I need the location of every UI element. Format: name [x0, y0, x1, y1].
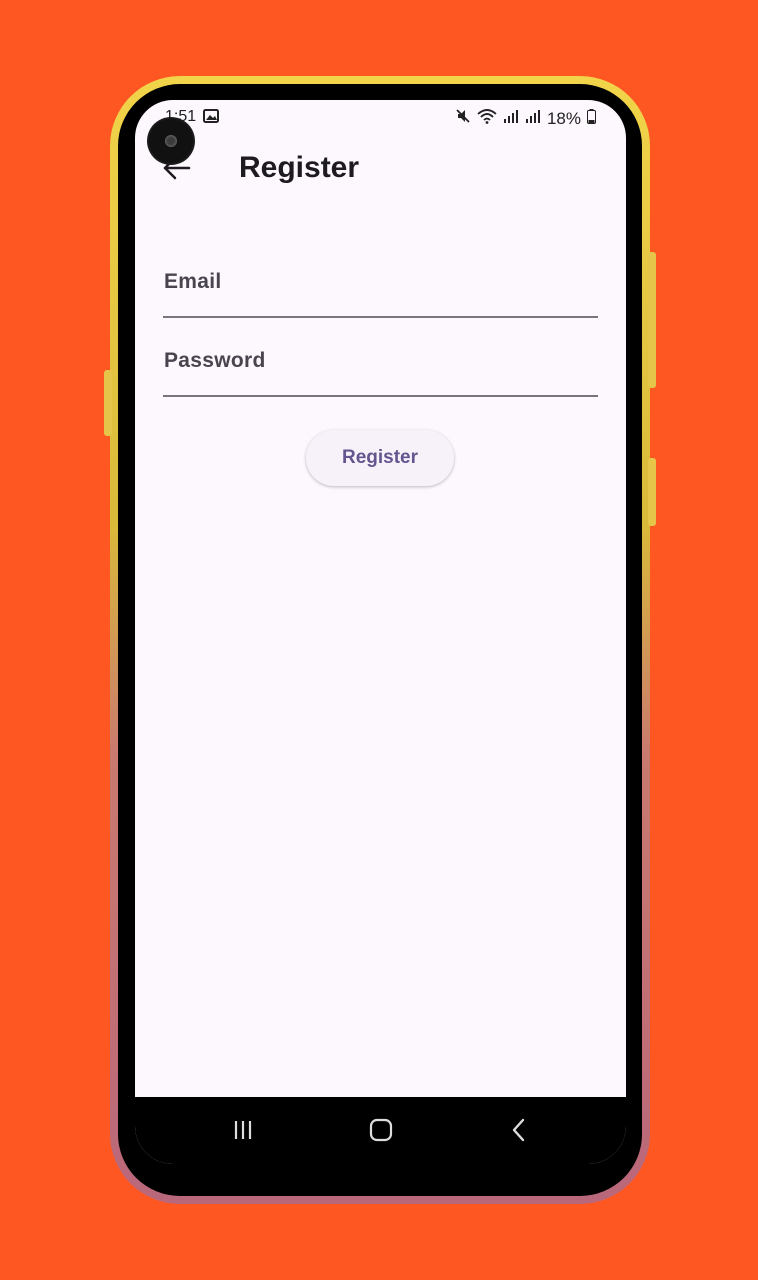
- recents-icon: [234, 1121, 252, 1139]
- email-field[interactable]: Email: [163, 256, 598, 318]
- app-bar: Register: [135, 134, 626, 202]
- image-icon: [203, 109, 219, 128]
- battery-icon: [587, 108, 596, 129]
- signal-icon: [525, 109, 541, 128]
- status-bar: 1:51 18%: [135, 100, 626, 134]
- battery-percent: 18%: [546, 108, 581, 128]
- navigation-bar: [135, 1097, 626, 1164]
- wifi-icon: [477, 108, 497, 129]
- volume-button: [104, 370, 112, 436]
- back-icon: [512, 1118, 525, 1142]
- home-button[interactable]: [364, 1113, 398, 1147]
- register-button[interactable]: Register: [306, 430, 454, 486]
- page-title: Register: [239, 151, 360, 184]
- password-field[interactable]: Password: [163, 335, 598, 397]
- bixby-button: [648, 458, 656, 526]
- power-button: [648, 252, 656, 388]
- nav-back-button[interactable]: [502, 1113, 536, 1147]
- password-label: Password: [164, 349, 266, 372]
- email-label: Email: [164, 270, 222, 293]
- status-icons: 18%: [455, 108, 596, 129]
- mute-icon: [455, 108, 471, 129]
- recents-button[interactable]: [226, 1113, 260, 1147]
- front-camera: [149, 119, 193, 163]
- home-icon: [369, 1118, 393, 1142]
- signal-icon: [503, 109, 519, 128]
- screen: 1:51 18% Register Email Password Registe…: [135, 100, 626, 1164]
